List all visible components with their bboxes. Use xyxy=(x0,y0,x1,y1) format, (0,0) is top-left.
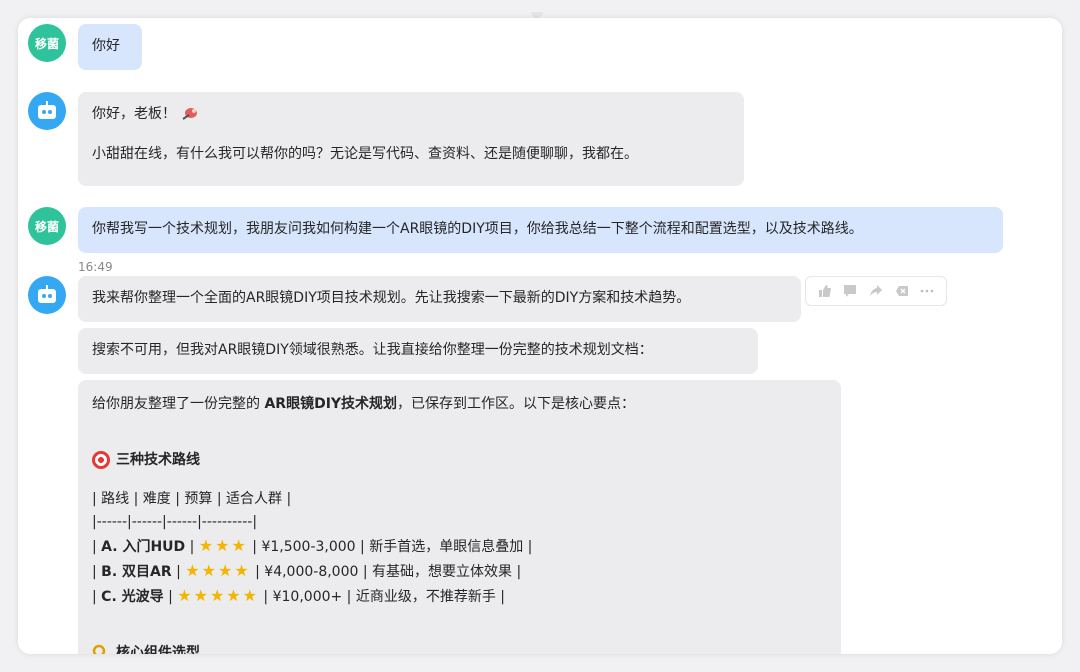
bot-message-bubble: 我来帮你整理一个全面的AR眼镜DIY项目技术规划。先让我搜索一下最新的DIY方案… xyxy=(78,276,801,322)
table-row: | A. 入门HUD | ★★★ | ¥1,500-3,000 | 新手首选，单… xyxy=(92,536,533,555)
bot-avatar xyxy=(28,92,66,130)
message-timestamp: 16:49 xyxy=(78,260,113,274)
avatar-label: 移菌 xyxy=(34,219,59,234)
search-icon xyxy=(92,644,106,654)
message-text: 你好 xyxy=(92,38,120,54)
user-avatar: 移菌 xyxy=(28,207,66,245)
avatar-label: 移菌 xyxy=(34,36,59,51)
section-components-title: 核心组件选型 xyxy=(92,643,827,654)
message-text: 你帮我写一个技术规划，我朋友问我如何构建一个AR眼镜的DIY项目，你给我总结一下… xyxy=(92,221,863,237)
table-row: | B. 双目AR | ★★★★ | ¥4,000-8,000 | 有基础，想要… xyxy=(92,561,522,580)
share-icon[interactable] xyxy=(866,281,886,301)
greeting-line: 你好，老板！ xyxy=(92,104,730,124)
message-actions-toolbar xyxy=(805,276,947,306)
comment-icon[interactable] xyxy=(840,281,860,301)
bot-message-bubble: 给你朋友整理了一份完整的 AR眼镜DIY技术规划，已保存到工作区。以下是核心要点… xyxy=(78,380,841,654)
robot-icon xyxy=(38,101,56,119)
target-icon xyxy=(92,451,110,469)
user-avatar: 移菌 xyxy=(28,24,66,62)
fist-bump-icon xyxy=(182,108,198,120)
like-icon[interactable] xyxy=(815,281,835,301)
chat-window: 移菌 你好 你好，老板！ 小甜甜在线，有什么我可以帮你的吗？无论是写代码、查资料… xyxy=(18,18,1062,654)
more-icon[interactable] xyxy=(917,281,937,301)
difficulty-stars: ★★★★★ xyxy=(177,586,259,605)
bot-message-bubble: 搜索不可用，但我对AR眼镜DIY领域很熟悉。让我直接给你整理一份完整的技术规划文… xyxy=(78,328,758,374)
plan-intro: 给你朋友整理了一份完整的 AR眼镜DIY技术规划，已保存到工作区。以下是核心要点… xyxy=(92,396,636,412)
difficulty-stars: ★★★ xyxy=(198,536,248,555)
user-message-bubble: 你帮我写一个技术规划，我朋友问我如何构建一个AR眼镜的DIY项目，你给我总结一下… xyxy=(78,207,1003,253)
message-text: 我来帮你整理一个全面的AR眼镜DIY项目技术规划。先让我搜索一下最新的DIY方案… xyxy=(92,290,691,306)
user-message-bubble: 你好 xyxy=(78,24,142,70)
message-text: 搜索不可用，但我对AR眼镜DIY领域很熟悉。让我直接给你整理一份完整的技术规划文… xyxy=(92,342,653,358)
greeting-detail: 小甜甜在线，有什么我可以帮你的吗？无论是写代码、查资料、还是随便聊聊，我都在。 xyxy=(92,146,638,162)
section-routes-title: 三种技术路线 xyxy=(92,450,827,470)
difficulty-stars: ★★★★ xyxy=(185,561,251,580)
bot-message-bubble: 你好，老板！ 小甜甜在线，有什么我可以帮你的吗？无论是写代码、查资料、还是随便聊… xyxy=(78,92,744,186)
table-row: | C. 光波导 | ★★★★★ | ¥10,000+ | 近商业级，不推荐新手… xyxy=(92,586,506,605)
robot-icon xyxy=(38,285,56,303)
routes-table: | 路线 | 难度 | 预算 | 适合人群 | |------|------|-… xyxy=(92,488,827,609)
table-header: | 路线 | 难度 | 预算 | 适合人群 | xyxy=(92,491,292,507)
bot-avatar xyxy=(28,276,66,314)
delete-icon[interactable] xyxy=(892,281,912,301)
table-separator: |------|------|------|----------| xyxy=(92,514,258,530)
